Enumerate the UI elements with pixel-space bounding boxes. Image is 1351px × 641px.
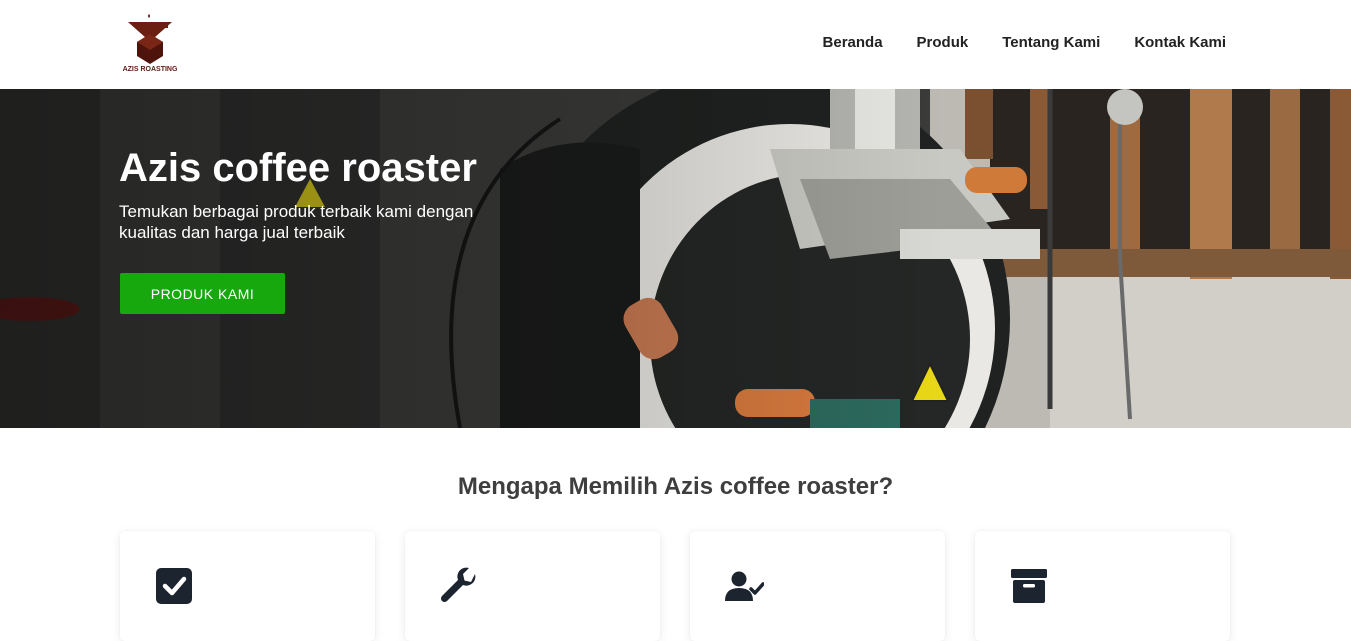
nav-tentang-kami[interactable]: Tentang Kami <box>1002 34 1100 51</box>
archive-box-icon <box>1011 569 1047 603</box>
feature-card <box>975 531 1230 641</box>
brand-logo[interactable]: AZIS ROASTING <box>118 12 182 78</box>
user-check-icon <box>725 571 764 601</box>
logo-text: AZIS ROASTING <box>122 66 178 73</box>
coffee-roaster-logo-icon <box>128 14 172 64</box>
checkbox-icon <box>156 568 192 604</box>
produk-kami-button[interactable]: PRODUK KAMI <box>120 273 285 314</box>
wrench-icon <box>440 567 476 603</box>
hero-banner: Azis coffee roaster Temukan berbagai pro… <box>0 89 1351 428</box>
feature-card <box>120 531 375 641</box>
nav-produk[interactable]: Produk <box>917 34 969 51</box>
main-nav: Beranda Produk Tentang Kami Kontak Kami <box>823 34 1226 51</box>
feature-card <box>690 531 945 641</box>
hero-subtitle: Temukan berbagai produk terbaik kami den… <box>119 202 474 242</box>
hero-title: Azis coffee roaster <box>119 146 477 190</box>
feature-cards <box>120 531 1231 641</box>
feature-card <box>405 531 660 641</box>
nav-beranda[interactable]: Beranda <box>823 34 883 51</box>
navbar: AZIS ROASTING Beranda Produk Tentang Kam… <box>0 0 1351 89</box>
nav-kontak-kami[interactable]: Kontak Kami <box>1134 34 1226 51</box>
section-title: Mengapa Memilih Azis coffee roaster? <box>457 473 894 500</box>
hero-overlay <box>0 89 1351 428</box>
